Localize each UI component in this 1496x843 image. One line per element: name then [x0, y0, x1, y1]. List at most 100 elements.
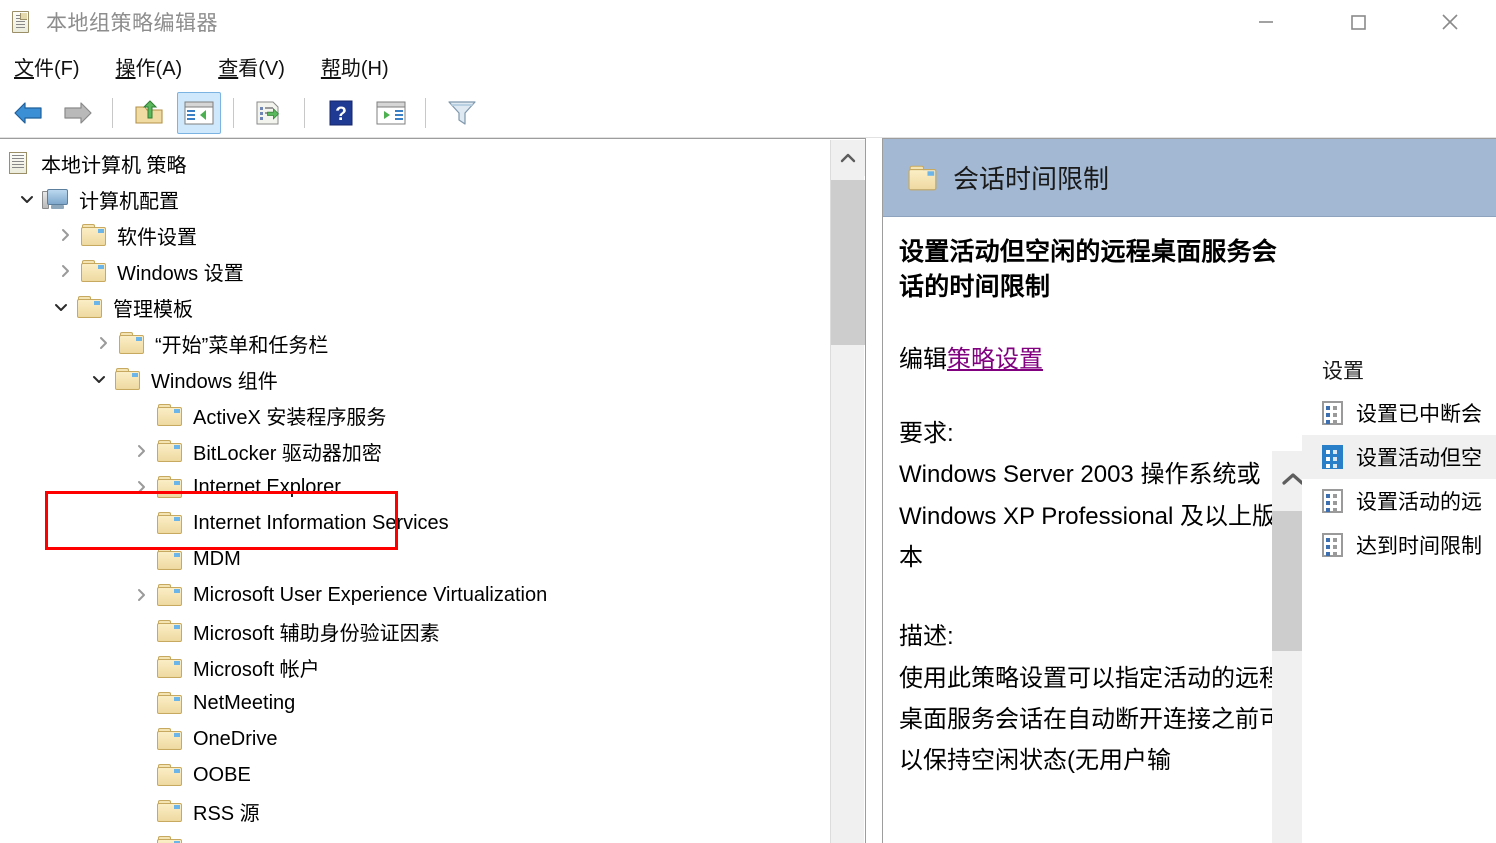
tree-row-microsoft-account[interactable]: Microsoft 帐户 — [0, 649, 829, 685]
filter-button[interactable] — [440, 92, 484, 134]
tree-row-windows-components[interactable]: Windows 组件 — [0, 361, 829, 397]
minimize-button[interactable] — [1220, 0, 1312, 44]
toolbar-separator-1 — [112, 97, 113, 128]
chevron-right-icon[interactable] — [126, 472, 156, 502]
chevron-right-icon[interactable] — [126, 580, 156, 610]
tree-row-bitlocker-drive-encryption[interactable]: BitLocker 驱动器加密 — [0, 433, 829, 469]
back-button[interactable] — [6, 92, 50, 134]
menu-view-mnemonic: 查 — [218, 57, 239, 80]
settings-row-label: 设置活动的远 — [1356, 491, 1482, 514]
tree-item-label: “开始”菜单和任务栏 — [155, 334, 329, 357]
tree-item-label: Microsoft User Experience Virtualization — [193, 583, 548, 606]
back-arrow-icon — [14, 101, 42, 124]
tree-row-onedrive[interactable]: OneDrive — [0, 721, 829, 757]
folder-icon — [156, 764, 184, 786]
settings-row-3[interactable]: 达到时间限制 — [1302, 523, 1496, 567]
tree-item-label: 本地计算机 策略 — [41, 154, 187, 177]
tree-row-oobe[interactable]: OOBE — [0, 757, 829, 793]
settings-row-label: 设置活动但空 — [1356, 447, 1482, 470]
tree-row-partial-next-item[interactable] — [0, 829, 829, 843]
settings-row-0[interactable]: 设置已中断会 — [1302, 391, 1496, 435]
folder-icon — [156, 548, 184, 570]
show-hide-action-pane-button[interactable] — [369, 92, 413, 134]
tree-row-netmeeting[interactable]: NetMeeting — [0, 685, 829, 721]
tree-row-software-settings[interactable]: 软件设置 — [0, 217, 829, 253]
tree-item-label: Windows 组件 — [151, 370, 278, 393]
folder-icon — [76, 296, 104, 318]
tree-row-internet-information-services[interactable]: Internet Information Services — [0, 505, 829, 541]
tree-item-label: MDM — [193, 547, 241, 570]
up-folder-icon — [135, 99, 163, 124]
menu-action-rest: 作(A) — [135, 57, 183, 80]
chevron-down-icon[interactable] — [46, 292, 76, 322]
extended-view-title: 会话时间限制 — [953, 164, 1110, 194]
console-tree-pane: 本地计算机 策略 计算机配置 软件设置 Windows 设置 管理模板 “开始”… — [0, 138, 866, 843]
folder-icon — [118, 332, 146, 354]
tree-scroll-up-button[interactable] — [831, 140, 865, 176]
tree-list: 本地计算机 策略 计算机配置 软件设置 Windows 设置 管理模板 “开始”… — [0, 145, 829, 843]
funnel-filter-icon — [448, 100, 476, 125]
policy-setting-icon-selected — [1320, 443, 1346, 471]
tree-item-label: NetMeeting — [193, 691, 296, 714]
folder-icon — [156, 476, 184, 498]
tree-scroll-thumb[interactable] — [831, 180, 865, 345]
tree-row-mdm[interactable]: MDM — [0, 541, 829, 577]
settings-column-header: 设置 — [1322, 360, 1364, 383]
tree-row-windows-settings[interactable]: Windows 设置 — [0, 253, 829, 289]
menu-help[interactable]: 帮助(H) — [321, 48, 389, 85]
computer-icon — [42, 187, 70, 211]
chevron-right-icon[interactable] — [50, 256, 80, 286]
menu-action-mnemonic: 操 — [115, 57, 136, 80]
tree-row-administrative-templates[interactable]: 管理模板 — [0, 289, 829, 325]
settings-row-2[interactable]: 设置活动的远 — [1302, 479, 1496, 523]
chevron-down-icon[interactable] — [12, 184, 42, 214]
local-group-policy-editor-window: 本地组策略编辑器 文件(F) 操作(A) 查看(V) 帮助(H) ? 本地计算机… — [0, 0, 1496, 843]
tree-item-label: ActiveX 安装程序服务 — [193, 406, 387, 429]
folder-icon — [907, 165, 938, 190]
tree-item-label: Internet Explorer — [193, 475, 341, 498]
show-hide-console-tree-button[interactable] — [177, 91, 221, 134]
menu-help-rest: 助(H) — [340, 57, 389, 80]
menu-file[interactable]: 文件(F) — [14, 48, 80, 85]
policy-setting-link[interactable]: 策略设置 — [947, 346, 1043, 373]
settings-list-pane: 设置 设置已中断会 设置活动但空 设置活动的远 达到时间限制 — [1302, 333, 1496, 843]
menu-view-rest: 看(V) — [238, 57, 285, 80]
menu-view[interactable]: 查看(V) — [218, 48, 285, 85]
toolbar-separator-4 — [425, 97, 426, 128]
export-list-button[interactable] — [248, 92, 292, 134]
chevron-right-icon[interactable] — [50, 220, 80, 250]
folder-icon — [80, 260, 108, 282]
menu-file-mnemonic: 文 — [14, 57, 34, 80]
tree-row-internet-explorer[interactable]: Internet Explorer — [0, 469, 829, 505]
window-title: 本地组策略编辑器 — [46, 12, 218, 35]
help-button[interactable]: ? — [319, 92, 363, 134]
chevron-down-icon[interactable] — [84, 364, 114, 394]
chevron-right-icon[interactable] — [126, 436, 156, 466]
tree-row-rss-feeds[interactable]: RSS 源 — [0, 793, 829, 829]
extended-view-header: 会话时间限制 — [883, 139, 1496, 217]
maximize-button[interactable] — [1312, 0, 1404, 44]
tree-item-label: BitLocker 驱动器加密 — [193, 442, 382, 465]
action-pane-icon — [376, 101, 406, 124]
chevron-right-icon[interactable] — [88, 328, 118, 358]
up-one-level-button[interactable] — [127, 92, 171, 134]
edit-policy-setting-line: 编辑策略设置 — [899, 344, 1283, 375]
settings-row-1[interactable]: 设置活动但空 — [1302, 435, 1496, 479]
tree-row-computer-configuration[interactable]: 计算机配置 — [0, 181, 829, 217]
tree-row-microsoft-secondary-authentication-factor[interactable]: Microsoft 辅助身份验证因素 — [0, 613, 829, 649]
tree-item-label: Microsoft 帐户 — [193, 658, 320, 681]
tree-row-start-menu-and-taskbar[interactable]: “开始”菜单和任务栏 — [0, 325, 829, 361]
close-button[interactable] — [1404, 0, 1496, 44]
question-mark-icon: ? — [329, 100, 353, 125]
tree-row-microsoft-user-experience-virtualization[interactable]: Microsoft User Experience Virtualization — [0, 577, 829, 613]
tree-row-activex-installer-service[interactable]: ActiveX 安装程序服务 — [0, 397, 829, 433]
forward-button[interactable] — [56, 92, 100, 134]
menu-action[interactable]: 操作(A) — [116, 48, 183, 85]
requirements-text: Windows Server 2003 操作系统或 Windows XP Pro… — [899, 461, 1277, 571]
title-bar: 本地组策略编辑器 — [0, 0, 1496, 44]
folder-icon — [114, 368, 142, 390]
tree-item-label: Internet Information Services — [193, 511, 449, 534]
tree-vertical-scrollbar[interactable] — [830, 140, 865, 843]
tree-row-local-computer-policy[interactable]: 本地计算机 策略 — [0, 145, 829, 181]
svg-text:?: ? — [335, 104, 347, 125]
